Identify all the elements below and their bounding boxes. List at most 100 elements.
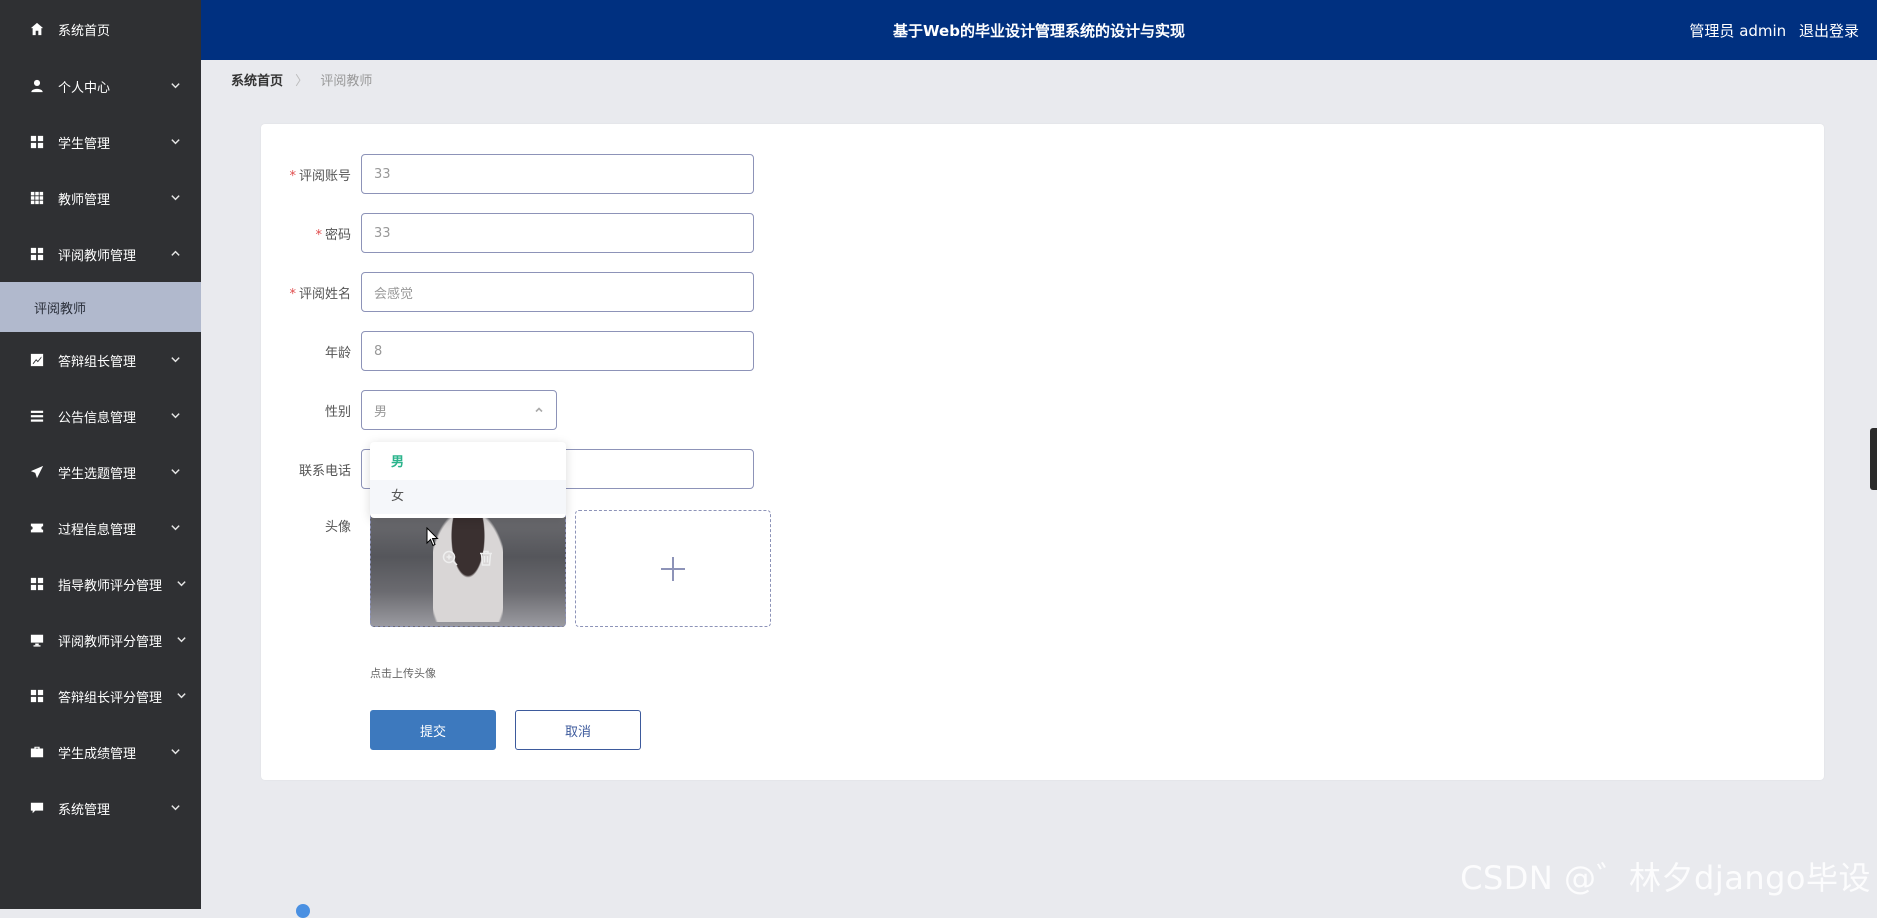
name-label: 评阅姓名	[298, 286, 351, 302]
zoom-in-icon[interactable]	[441, 549, 459, 567]
sidebar-item-label: 答辩组长评分管理	[58, 690, 163, 706]
chevron-down-icon	[170, 192, 181, 203]
age-input[interactable]: 8	[361, 331, 754, 371]
grid-icon	[28, 687, 46, 705]
sidebar-item-defense-score-management[interactable]: 答辩组长评分管理	[0, 668, 201, 724]
chevron-down-icon	[170, 80, 181, 91]
field-label: * 评阅姓名	[261, 283, 361, 302]
avatar-thumbnail[interactable]	[370, 510, 566, 627]
field-label: * 密码	[261, 224, 361, 243]
sidebar-item-notice-management[interactable]: 公告信息管理	[0, 388, 201, 444]
sidebar-item-advisor-score-management[interactable]: 指导教师评分管理	[0, 556, 201, 612]
thumbnail-actions	[371, 549, 565, 571]
app-title: 基于Web的毕业设计管理系统的设计与实现	[893, 22, 1185, 40]
logout-link[interactable]: 退出登录	[1799, 22, 1859, 40]
top-header: 基于Web的毕业设计管理系统的设计与实现 管理员 admin 退出登录	[201, 0, 1877, 60]
avatar-upload-button[interactable]	[575, 510, 771, 627]
password-input[interactable]: 33	[361, 213, 754, 253]
sidebar-item-label: 系统管理	[58, 802, 111, 818]
breadcrumb-home[interactable]: 系统首页	[231, 74, 283, 89]
chat-icon	[28, 799, 46, 817]
grid-icon	[28, 133, 46, 151]
sidebar-item-process-management[interactable]: 过程信息管理	[0, 500, 201, 556]
password-label: 密码	[324, 227, 351, 243]
account-input[interactable]: 33	[361, 154, 754, 194]
sidebar-item-personal-center[interactable]: 个人中心	[0, 58, 201, 114]
field-label: * 评阅账号	[261, 165, 361, 184]
form-row-name: * 评阅姓名 会感觉	[261, 272, 754, 312]
name-input[interactable]: 会感觉	[361, 272, 754, 312]
required-mark: *	[289, 286, 296, 302]
cancel-button[interactable]: 取消	[515, 710, 641, 750]
list-icon	[28, 407, 46, 425]
sidebar-item-label: 学生管理	[58, 136, 111, 152]
sidebar-item-label: 系统首页	[58, 23, 111, 39]
sidebar-item-teacher-management[interactable]: 教师管理	[0, 170, 201, 226]
chevron-down-icon	[170, 354, 181, 365]
briefcase-icon	[28, 743, 46, 761]
required-mark: *	[289, 168, 296, 184]
form-card: * 评阅账号 33 * 密码 33 * 评阅姓名 会感觉 年龄 8 性别 男 联系电话…	[261, 124, 1824, 780]
sidebar-item-label: 指导教师评分管理	[58, 578, 163, 594]
chevron-down-icon	[170, 522, 181, 533]
home-icon	[28, 20, 46, 38]
required-mark: *	[315, 227, 322, 243]
scrollbar-handle[interactable]	[1870, 428, 1877, 490]
gender-option-male[interactable]: 男	[370, 446, 566, 480]
chevron-down-icon	[170, 136, 181, 147]
sidebar-item-home[interactable]: 系统首页	[0, 0, 201, 58]
chevron-up-icon	[535, 407, 543, 413]
upload-hint: 点击上传头像	[370, 667, 436, 680]
account-label: 评阅账号	[298, 168, 351, 184]
breadcrumb: 系统首页 〉 评阅教师	[231, 72, 372, 92]
sidebar-item-defense-leader-management[interactable]: 答辩组长管理	[0, 332, 201, 388]
floating-button[interactable]	[296, 904, 310, 918]
sidebar-item-reviewer-score-management[interactable]: 评阅教师评分管理	[0, 612, 201, 668]
chevron-up-icon	[170, 248, 181, 259]
sidebar-item-label: 过程信息管理	[58, 522, 137, 538]
chevron-down-icon	[176, 634, 187, 645]
phone-label: 联系电话	[298, 463, 351, 479]
sidebar-item-label: 个人中心	[58, 80, 111, 96]
chevron-down-icon	[170, 802, 181, 813]
chevron-down-icon	[170, 746, 181, 757]
chevron-down-icon	[170, 466, 181, 477]
watermark: CSDN @゛林夕django毕设	[1460, 859, 1871, 897]
delete-icon[interactable]	[477, 549, 495, 567]
sidebar-item-grade-management[interactable]: 学生成绩管理	[0, 724, 201, 780]
avatar-label: 头像	[324, 520, 351, 535]
form-row-account: * 评阅账号 33	[261, 154, 754, 194]
table-icon	[28, 189, 46, 207]
sidebar-subitem-reviewer[interactable]: 评阅教师	[0, 282, 201, 332]
mouse-cursor-icon	[426, 527, 439, 547]
form-row-age: 年龄 8	[261, 331, 754, 371]
sidebar-item-label: 公告信息管理	[58, 410, 137, 426]
user-icon	[28, 77, 46, 95]
gender-label: 性别	[324, 404, 351, 420]
chart-icon	[28, 351, 46, 369]
gender-dropdown: 男 女	[370, 442, 566, 518]
breadcrumb-current: 评阅教师	[320, 74, 373, 89]
sidebar-item-label: 学生成绩管理	[58, 746, 137, 762]
chevron-down-icon	[176, 690, 187, 701]
sidebar-item-label: 评阅教师管理	[58, 248, 137, 264]
form-row-password: * 密码 33	[261, 213, 754, 253]
sidebar-item-student-management[interactable]: 学生管理	[0, 114, 201, 170]
gender-select[interactable]: 男	[361, 390, 557, 430]
sidebar-item-system-management[interactable]: 系统管理	[0, 780, 201, 836]
ticket-icon	[28, 519, 46, 537]
submit-button[interactable]: 提交	[370, 710, 496, 750]
sidebar-item-reviewer-management[interactable]: 评阅教师管理	[0, 226, 201, 282]
form-row-gender: 性别 男	[261, 390, 557, 430]
grid-icon	[28, 575, 46, 593]
sidebar-item-label: 学生选题管理	[58, 466, 137, 482]
user-area: 管理员 admin 退出登录	[1681, 0, 1859, 60]
sidebar-item-label: 教师管理	[58, 192, 111, 208]
sidebar: 系统首页 个人中心 学生管理 教师管理 评阅教师管理 评阅教师 答辩组长管理 公…	[0, 0, 201, 909]
send-icon	[28, 463, 46, 481]
chevron-down-icon	[176, 578, 187, 589]
age-label: 年龄	[324, 345, 351, 361]
sidebar-item-topic-selection-management[interactable]: 学生选题管理	[0, 444, 201, 500]
gender-option-female[interactable]: 女	[370, 480, 566, 514]
chevron-down-icon	[170, 410, 181, 421]
